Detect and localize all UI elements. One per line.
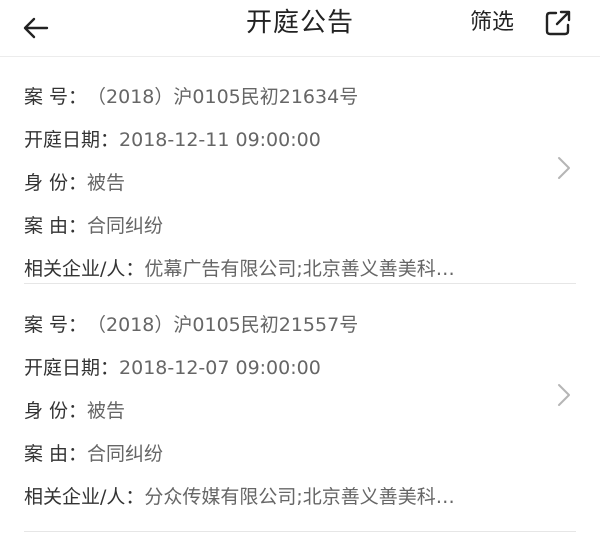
role-row: 身 份：被告 bbox=[24, 391, 576, 434]
hearing-announcement-list: 案 号：（2018）沪0105民初21634号 开庭日期：2018-12-11 … bbox=[0, 57, 600, 532]
announcement-card[interactable]: 案 号：（2018）沪0105民初21634号 开庭日期：2018-12-11 … bbox=[24, 57, 576, 284]
case-number-row: 案 号：（2018）沪0105民初21634号 bbox=[24, 77, 576, 120]
cause-value: 合同纠纷 bbox=[87, 215, 164, 237]
role-label: 身 份： bbox=[24, 172, 88, 194]
cause-row: 案 由：合同纠纷 bbox=[24, 434, 576, 477]
chevron-right-icon bbox=[556, 382, 572, 408]
hearing-date-row: 开庭日期：2018-12-11 09:00:00 bbox=[24, 120, 576, 163]
case-number-label: 案 号： bbox=[24, 86, 88, 108]
hearing-date-label: 开庭日期： bbox=[24, 357, 120, 379]
hearing-date-value: 2018-12-11 09:00:00 bbox=[119, 129, 321, 151]
hearing-date-label: 开庭日期： bbox=[24, 129, 120, 151]
cause-label: 案 由： bbox=[24, 215, 88, 237]
hearing-date-row: 开庭日期：2018-12-07 09:00:00 bbox=[24, 348, 576, 391]
filter-button[interactable]: 筛选 bbox=[470, 0, 514, 46]
announcement-card[interactable]: 案 号：（2018）沪0105民初21557号 开庭日期：2018-12-07 … bbox=[24, 284, 576, 532]
share-button[interactable] bbox=[540, 6, 576, 40]
related-parties-label: 相关企业/人： bbox=[24, 486, 145, 508]
case-number-value: （2018）沪0105民初21557号 bbox=[87, 314, 359, 336]
case-number-row: 案 号：（2018）沪0105民初21557号 bbox=[24, 305, 576, 348]
related-parties-value: 分众传媒有限公司;北京善义善美科… bbox=[144, 486, 455, 508]
cause-label: 案 由： bbox=[24, 443, 88, 465]
top-navbar: 开庭公告 筛选 bbox=[0, 0, 600, 57]
related-parties-label: 相关企业/人： bbox=[24, 258, 145, 280]
role-value: 被告 bbox=[87, 400, 126, 422]
cause-row: 案 由：合同纠纷 bbox=[24, 206, 576, 249]
chevron-right-icon bbox=[556, 155, 572, 181]
cause-value: 合同纠纷 bbox=[87, 443, 164, 465]
case-number-label: 案 号： bbox=[24, 314, 88, 336]
case-number-value: （2018）沪0105民初21634号 bbox=[87, 86, 359, 108]
role-row: 身 份：被告 bbox=[24, 163, 576, 206]
related-parties-value: 优幕广告有限公司;北京善义善美科… bbox=[144, 258, 455, 280]
share-icon bbox=[545, 10, 571, 36]
role-label: 身 份： bbox=[24, 400, 88, 422]
role-value: 被告 bbox=[87, 172, 126, 194]
related-parties-row: 相关企业/人：分众传媒有限公司;北京善义善美科… bbox=[24, 477, 576, 520]
hearing-date-value: 2018-12-07 09:00:00 bbox=[119, 357, 321, 379]
